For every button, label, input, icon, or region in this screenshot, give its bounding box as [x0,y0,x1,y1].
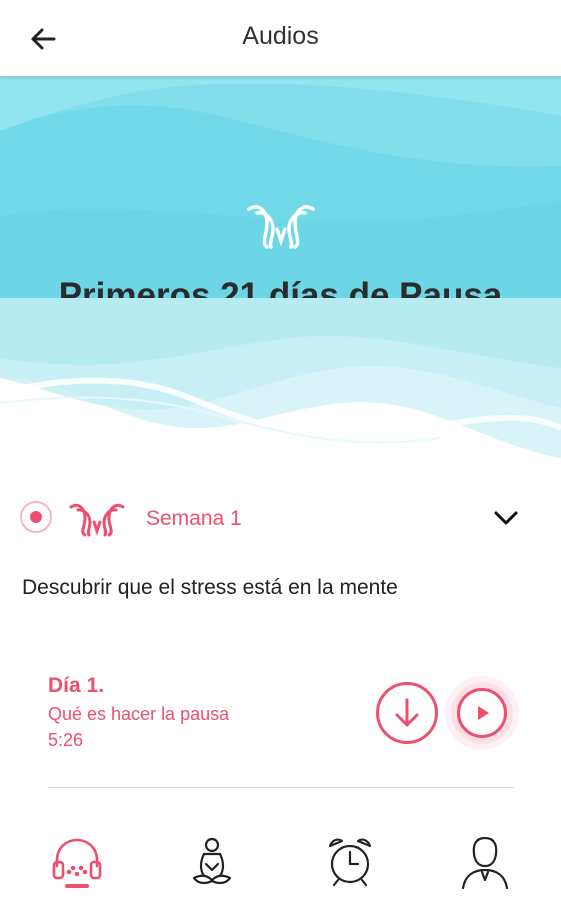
butterfly-logo-icon [247,205,315,249]
user-icon[interactable] [455,834,515,890]
meditation-icon[interactable] [182,834,242,890]
wave-decoration [0,298,561,473]
week-row[interactable]: Semana 1 [20,498,540,540]
list-item[interactable]: Día 1. Qué es hacer la pausa 5:26 [48,670,519,780]
day-duration: 5:26 [48,730,84,750]
play-icon [478,706,489,720]
week-label: Semana 1 [146,507,242,530]
week-radio[interactable] [20,501,52,533]
active-tab-indicator [65,884,89,888]
app-bar: Audios [0,0,561,76]
play-button[interactable] [445,676,519,750]
play-circle [457,688,507,738]
divider [48,787,514,788]
hero-title: Primeros 21 días de Pausa [58,276,503,298]
butterfly-icon [69,503,125,537]
alarm-clock-icon[interactable] [320,834,380,890]
page-title: Audios [242,22,319,50]
download-button[interactable] [376,682,438,744]
chevron-down-icon[interactable] [492,506,520,530]
headphones-icon[interactable] [47,834,107,890]
radio-dot [30,511,42,523]
day-title: Día 1. [48,674,105,697]
hero-banner: Primeros 21 días de Pausa [0,76,561,298]
bottom-nav [0,820,561,900]
week-description: Descubrir que el stress está en la mente [22,576,398,599]
arrow-down-icon [395,698,419,727]
day-subtitle: Qué es hacer la pausa [48,704,230,724]
